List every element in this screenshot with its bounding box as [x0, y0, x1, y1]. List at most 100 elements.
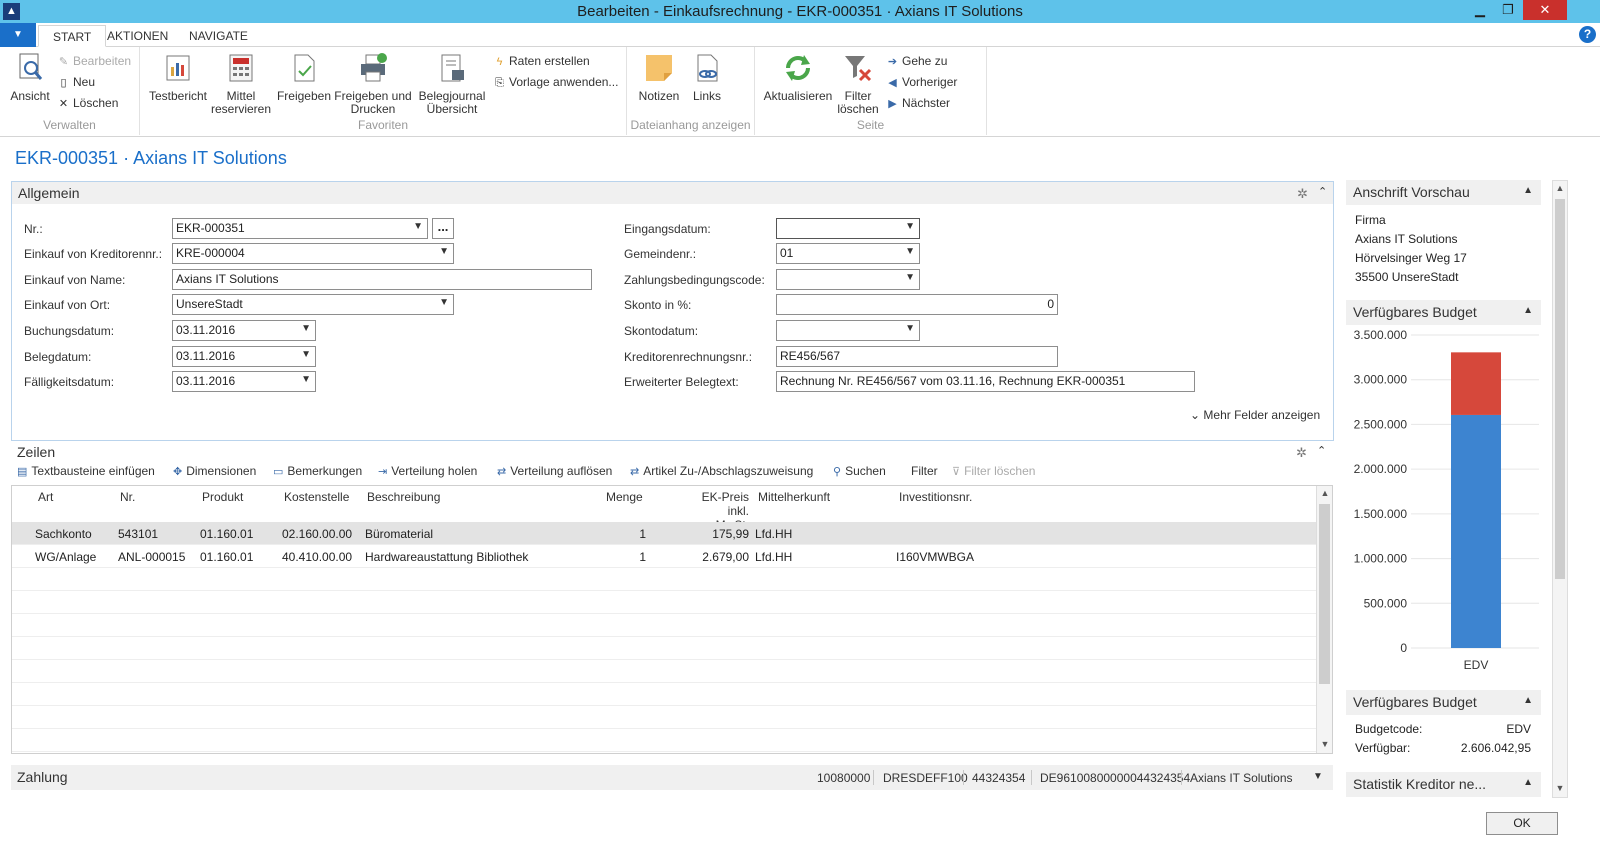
scroll-down-icon[interactable]: ▼ [1554, 783, 1566, 795]
textbausteine-button[interactable]: ▤ Textbausteine einfügen [17, 464, 155, 478]
settings-gear-icon[interactable]: ✲ [1296, 445, 1310, 460]
page-scrollbar[interactable]: ▲ ▼ [1552, 180, 1568, 798]
zuschlag-button[interactable]: ⇄ Artikel Zu-/Abschlagszuweisung [630, 464, 813, 478]
belegdatum-field[interactable]: 03.11.2016 ▼ [172, 346, 316, 367]
ort-field[interactable]: UnsereStadt ▼ [172, 294, 454, 315]
factbox-budget-chart-title: Verfügbares Budget [1353, 304, 1477, 320]
dimensionen-button[interactable]: ✥ Dimensionen [173, 464, 256, 478]
filter-button[interactable]: Filter [911, 464, 938, 478]
buchungsdatum-field[interactable]: 03.11.2016 ▼ [172, 320, 316, 341]
gehe-zu-button[interactable]: ➔ Gehe zu [886, 54, 947, 68]
col-kostenstelle: Kostenstelle [284, 490, 350, 504]
fasttab-zeilen-header[interactable]: Zeilen ✲ ⌃ [11, 444, 1334, 462]
label-kreditorenrechnungsnr: Kreditorenrechnungsnr.: [624, 350, 753, 364]
notizen-button[interactable]: Notizen [635, 52, 683, 103]
tab-navigate[interactable]: NAVIGATE [175, 25, 262, 47]
testbericht-button[interactable]: Testbericht [148, 52, 208, 103]
bearbeiten-button[interactable]: ✎ Bearbeiten [57, 54, 131, 68]
help-icon[interactable]: ? [1579, 26, 1596, 43]
minimize-button[interactable]: ▁ [1466, 0, 1494, 20]
bemerkungen-button[interactable]: ▭ Bemerkungen [273, 464, 362, 478]
neu-button[interactable]: ▯ Neu [57, 75, 95, 89]
close-button[interactable]: ✕ [1523, 0, 1567, 20]
verteilung-aufloesen-label: Verteilung auflösen [510, 464, 613, 478]
ansicht-button[interactable]: Ansicht [8, 52, 52, 103]
links-button[interactable]: Links [687, 52, 727, 103]
table-row[interactable] [12, 683, 1317, 706]
bar-segment-0[interactable] [1451, 414, 1501, 648]
table-row[interactable] [12, 729, 1317, 752]
suchen-button[interactable]: ⚲ Suchen [833, 464, 886, 478]
collapse-caret-icon[interactable]: ⌃ [1318, 185, 1328, 198]
collapse-caret-icon[interactable]: ▲ [1523, 185, 1533, 196]
freigeben-button[interactable]: Freigeben [275, 52, 333, 103]
table-row[interactable] [12, 614, 1317, 637]
freigeben-drucken-button[interactable]: Freigeben und Drucken [333, 52, 413, 116]
vorlage-anwenden-button[interactable]: ⎘ Vorlage anwenden... [493, 75, 618, 90]
factbox-budget-info-header[interactable]: Verfügbares Budget ▲ [1346, 690, 1541, 715]
verteilung-aufloesen-button[interactable]: ⇄ Verteilung auflösen [497, 464, 612, 478]
y-tick-label: 2.000.000 [1354, 462, 1408, 476]
raten-erstellen-button[interactable]: ϟ Raten erstellen [493, 54, 590, 68]
kreditorenrechnungsnr-field[interactable]: RE456/567 [776, 346, 1058, 367]
vorheriger-label: Vorheriger [902, 75, 958, 89]
cell-preis: 2.679,00 [702, 550, 749, 564]
scroll-up-icon[interactable]: ▲ [1319, 488, 1331, 500]
scrollbar-thumb[interactable] [1555, 199, 1565, 579]
table-row[interactable] [12, 660, 1317, 683]
ok-button[interactable]: OK [1486, 812, 1558, 835]
factbox-budget-chart: Verfügbares Budget ▲ [1346, 300, 1541, 325]
table-row[interactable] [12, 706, 1317, 729]
fasttab-allgemein-header[interactable]: Allgemein ✲ ⌃ [12, 182, 1333, 204]
chevron-down-icon[interactable]: ▼ [1313, 771, 1323, 782]
vorheriger-button[interactable]: ◀ Vorheriger [886, 75, 957, 89]
nr-field[interactable]: EKR-000351 ▼ [172, 218, 428, 239]
scroll-up-icon[interactable]: ▲ [1554, 183, 1566, 195]
name-field[interactable]: Axians IT Solutions [172, 269, 592, 290]
naechster-button[interactable]: ▶ Nächster [886, 96, 950, 110]
settings-gear-icon[interactable]: ✲ [1297, 186, 1311, 201]
aktualisieren-button[interactable]: Aktualisieren [763, 52, 833, 103]
mittel-reservieren-button[interactable]: Mittel reservieren [210, 52, 272, 116]
assist-edit-button[interactable]: ... [432, 218, 454, 239]
table-row[interactable] [12, 591, 1317, 614]
factbox-budget-chart-header[interactable]: Verfügbares Budget ▲ [1346, 300, 1541, 325]
kreditorennr-value: KRE-000004 [176, 246, 245, 260]
bar-segment-1[interactable] [1451, 352, 1501, 415]
collapse-caret-icon[interactable]: ▲ [1523, 777, 1533, 788]
eingangsdatum-field[interactable]: ▼ [776, 218, 920, 239]
table-row[interactable]: WG/Anlage ANL-000015 01.160.01 40.410.00… [12, 545, 1317, 568]
gemeindenr-field[interactable]: 01 ▼ [776, 243, 920, 264]
table-row[interactable] [12, 637, 1317, 660]
filter-loeschen-button[interactable]: Filter löschen [835, 52, 881, 116]
factbox-anschrift-header[interactable]: Anschrift Vorschau ▲ [1346, 180, 1541, 205]
restore-button[interactable]: ❐ [1494, 0, 1522, 20]
collapse-caret-icon[interactable]: ▲ [1523, 695, 1533, 706]
more-fields-link[interactable]: ⌄ Mehr Felder anzeigen [1190, 408, 1320, 422]
factbox-statistik-header[interactable]: Statistik Kreditor ne... ▲ [1346, 772, 1541, 797]
skonto-field[interactable]: 0 [776, 294, 1058, 315]
belegtext-field[interactable]: Rechnung Nr. RE456/567 vom 03.11.16, Rec… [776, 371, 1195, 392]
loeschen-button[interactable]: ✕ Löschen [57, 96, 118, 110]
faelligkeitsdatum-field[interactable]: 03.11.2016 ▼ [172, 371, 316, 392]
scroll-down-icon[interactable]: ▼ [1319, 739, 1331, 751]
zahlungsbedingungscode-field[interactable]: ▼ [776, 269, 920, 290]
app-menu-button[interactable]: ▼ [0, 23, 36, 47]
group-favoriten: Testbericht Mittel reservieren Freigeben… [140, 47, 627, 135]
filter-clear-button[interactable]: ⊽ Filter löschen [952, 464, 1035, 478]
delete-icon: ✕ [58, 98, 69, 110]
skontodatum-field[interactable]: ▼ [776, 320, 920, 341]
table-row[interactable] [12, 568, 1317, 591]
lines-scrollbar[interactable]: ▲ ▼ [1316, 486, 1332, 753]
fasttab-zahlung[interactable]: Zahlung 10080000 DRESDEFF100 44324354 DE… [11, 765, 1333, 790]
scrollbar-thumb[interactable] [1319, 504, 1330, 684]
tab-aktionen[interactable]: AKTIONEN [93, 25, 182, 47]
kreditorennr-field[interactable]: KRE-000004 ▼ [172, 243, 454, 264]
chevron-down-icon: ▼ [439, 297, 449, 308]
collapse-caret-icon[interactable]: ⌃ [1317, 444, 1327, 457]
gehe-zu-label: Gehe zu [902, 54, 948, 68]
verteilung-holen-button[interactable]: ⇥ Verteilung holen [378, 464, 477, 478]
collapse-caret-icon[interactable]: ▲ [1523, 305, 1533, 316]
table-row[interactable]: Sachkonto 543101 01.160.01 02.160.00.00 … [12, 522, 1317, 545]
belegjournal-button[interactable]: Belegjournal Übersicht [416, 52, 488, 116]
